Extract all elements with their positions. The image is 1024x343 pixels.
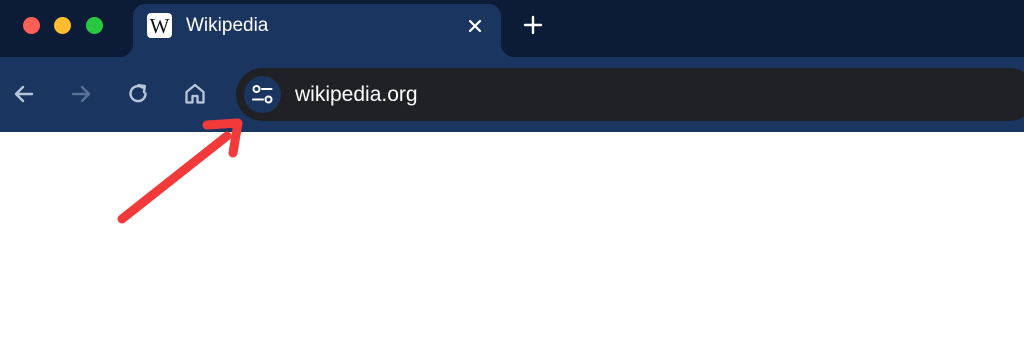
annotation-arrow [117, 118, 243, 224]
